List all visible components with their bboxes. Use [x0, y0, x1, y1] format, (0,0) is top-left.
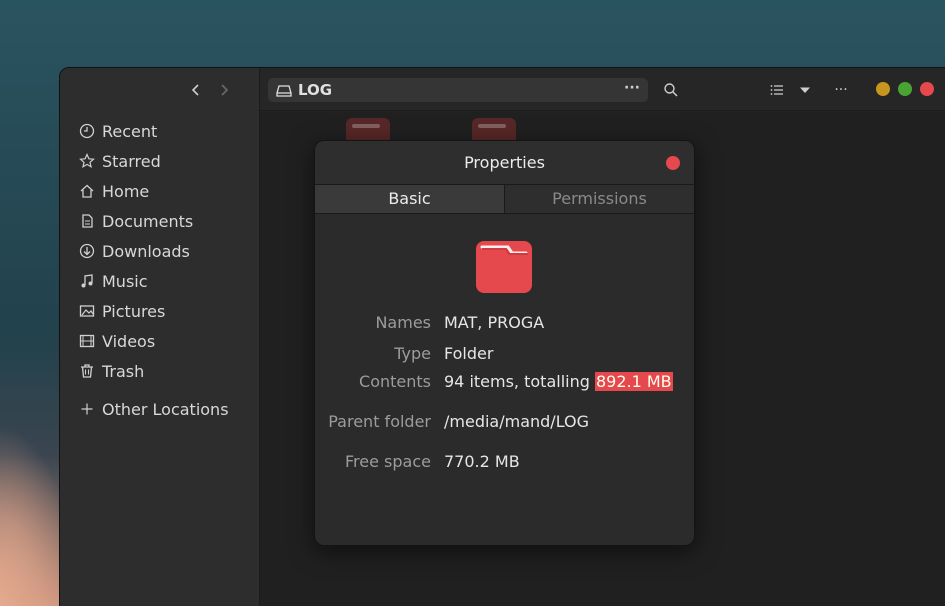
- sidebar-item-label: Other Locations: [102, 399, 229, 419]
- tab-basic[interactable]: Basic: [315, 185, 505, 213]
- chevron-left-icon: [191, 84, 199, 96]
- search-button[interactable]: [661, 80, 681, 100]
- sidebar: Recent Starred Home Documents Downloads …: [60, 68, 260, 606]
- picture-icon: [78, 302, 96, 320]
- sidebar-item-label: Music: [102, 271, 148, 291]
- sidebar-item-home[interactable]: Home: [78, 176, 259, 206]
- sidebar-item-downloads[interactable]: Downloads: [78, 236, 259, 266]
- close-button[interactable]: [920, 82, 934, 96]
- plus-icon: [78, 400, 96, 418]
- sidebar-item-label: Trash: [102, 361, 145, 381]
- sidebar-item-trash[interactable]: Trash: [78, 356, 259, 386]
- places-list: Recent Starred Home Documents Downloads …: [78, 116, 259, 424]
- contents-value[interactable]: 94 items, totalling 892.1 MB: [444, 372, 673, 391]
- sidebar-item-documents[interactable]: Documents: [78, 206, 259, 236]
- forward-button[interactable]: [216, 80, 232, 100]
- sidebar-item-pictures[interactable]: Pictures: [78, 296, 259, 326]
- dialog-title: Properties: [464, 153, 545, 172]
- view-options-dropdown[interactable]: [795, 80, 815, 100]
- sidebar-item-label: Pictures: [102, 301, 166, 321]
- sidebar-item-other-locations[interactable]: Other Locations: [78, 394, 259, 424]
- type-value: Folder: [444, 344, 494, 363]
- drive-icon: [276, 85, 292, 97]
- type-label: Type: [394, 344, 431, 363]
- search-icon: [664, 83, 678, 97]
- navigation-arrows: [188, 80, 232, 100]
- dialog-tabs: Basic Permissions: [315, 185, 694, 214]
- document-icon: [78, 212, 96, 230]
- sidebar-separator: [78, 386, 259, 394]
- back-button[interactable]: [188, 80, 204, 100]
- minimize-button[interactable]: [876, 82, 890, 96]
- sidebar-item-label: Home: [102, 181, 150, 201]
- home-icon: [78, 182, 96, 200]
- sidebar-item-label: Videos: [102, 331, 156, 351]
- sidebar-item-label: Downloads: [102, 241, 190, 261]
- list-icon: [770, 85, 783, 95]
- clock-icon: [78, 122, 96, 140]
- main-menu-button[interactable]: ···: [831, 80, 851, 100]
- tab-permissions[interactable]: Permissions: [505, 185, 694, 213]
- parent-folder-label: Parent folder: [328, 412, 431, 431]
- properties-dialog: Properties Basic Permissions Names MAT, …: [314, 140, 695, 546]
- contents-count: 94 items, totalling: [444, 372, 590, 391]
- sidebar-item-label: Documents: [102, 211, 194, 231]
- sidebar-item-videos[interactable]: Videos: [78, 326, 259, 356]
- sidebar-item-label: Starred: [102, 151, 161, 171]
- caret-down-icon: [800, 87, 810, 93]
- free-space-label: Free space: [345, 452, 431, 471]
- dialog-titlebar: Properties: [315, 141, 694, 185]
- video-icon: [78, 332, 96, 350]
- headerbar: LOG ··· ···: [260, 68, 945, 111]
- star-icon: [78, 152, 96, 170]
- contents-label: Contents: [359, 372, 431, 391]
- location-path: LOG: [298, 81, 333, 99]
- download-icon: [78, 242, 96, 260]
- list-view-button[interactable]: [767, 80, 787, 100]
- dialog-close-button[interactable]: [666, 156, 680, 170]
- free-space-value: 770.2 MB: [444, 452, 520, 471]
- names-label: Names: [375, 313, 431, 332]
- contents-size-selected[interactable]: 892.1 MB: [594, 372, 673, 391]
- trash-icon: [78, 362, 96, 380]
- names-value: MAT, PROGA: [444, 313, 545, 332]
- folder-icon: [476, 241, 532, 293]
- music-icon: [78, 272, 96, 290]
- sidebar-item-recent[interactable]: Recent: [78, 116, 259, 146]
- location-more-button[interactable]: ···: [624, 80, 640, 96]
- sidebar-item-label: Recent: [102, 121, 158, 141]
- location-bar[interactable]: LOG ···: [268, 78, 648, 102]
- maximize-button[interactable]: [898, 82, 912, 96]
- sidebar-item-starred[interactable]: Starred: [78, 146, 259, 176]
- parent-folder-value[interactable]: /media/mand/LOG: [444, 412, 589, 431]
- chevron-right-icon: [221, 84, 229, 96]
- sidebar-item-music[interactable]: Music: [78, 266, 259, 296]
